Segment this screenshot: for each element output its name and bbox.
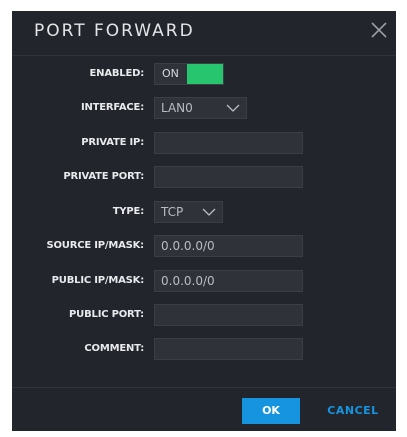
type-select[interactable]: TCP	[154, 201, 223, 223]
private-ip-input[interactable]	[154, 132, 303, 154]
public-port-input[interactable]	[154, 304, 303, 326]
public-ip-mask-input[interactable]: 0.0.0.0/0	[154, 270, 303, 292]
enabled-toggle-state: ON	[162, 67, 179, 80]
type-row: TYPE: TCP	[12, 201, 396, 223]
source-ip-mask-input[interactable]: 0.0.0.0/0	[154, 235, 303, 257]
public-port-row: PUBLIC PORT:	[12, 304, 396, 326]
type-select-value: TCP	[161, 205, 184, 219]
dialog-title: PORT FORWARD	[34, 21, 195, 41]
enabled-row: ENABLED: ON	[12, 63, 396, 85]
enabled-label: ENABLED:	[89, 68, 145, 79]
source-ip-mask-label: SOURCE IP/MASK:	[46, 240, 144, 251]
private-port-label: PRIVATE PORT:	[63, 171, 144, 182]
private-port-row: PRIVATE PORT:	[12, 166, 396, 188]
port-forward-dialog: PORT FORWARD ENABLED: ON INTERFACE: LAN0…	[12, 11, 396, 431]
comment-row: COMMENT:	[12, 338, 396, 360]
private-port-input[interactable]	[154, 166, 303, 188]
chevron-down-icon	[226, 104, 240, 112]
source-ip-mask-row: SOURCE IP/MASK: 0.0.0.0/0	[12, 235, 396, 257]
header-divider	[12, 55, 396, 56]
comment-input[interactable]	[154, 338, 303, 360]
type-label: TYPE:	[112, 206, 144, 217]
private-ip-row: PRIVATE IP:	[12, 132, 396, 154]
interface-label: INTERFACE:	[80, 102, 144, 113]
footer-divider	[12, 387, 396, 388]
cancel-button[interactable]: CANCEL	[318, 398, 388, 424]
close-icon	[371, 22, 387, 38]
public-ip-mask-label: PUBLIC IP/MASK:	[51, 275, 145, 286]
interface-select[interactable]: LAN0	[154, 97, 247, 119]
close-button[interactable]	[366, 17, 392, 43]
private-ip-label: PRIVATE IP:	[81, 137, 144, 148]
ok-button[interactable]: OK	[242, 398, 300, 424]
public-port-label: PUBLIC PORT:	[69, 309, 144, 320]
enabled-toggle[interactable]: ON	[154, 63, 224, 85]
public-ip-mask-row: PUBLIC IP/MASK: 0.0.0.0/0	[12, 270, 396, 292]
comment-label: COMMENT:	[84, 343, 144, 354]
chevron-down-icon	[202, 208, 216, 216]
interface-select-value: LAN0	[161, 101, 193, 115]
interface-row: INTERFACE: LAN0	[12, 97, 396, 119]
enabled-toggle-knob	[187, 64, 223, 84]
